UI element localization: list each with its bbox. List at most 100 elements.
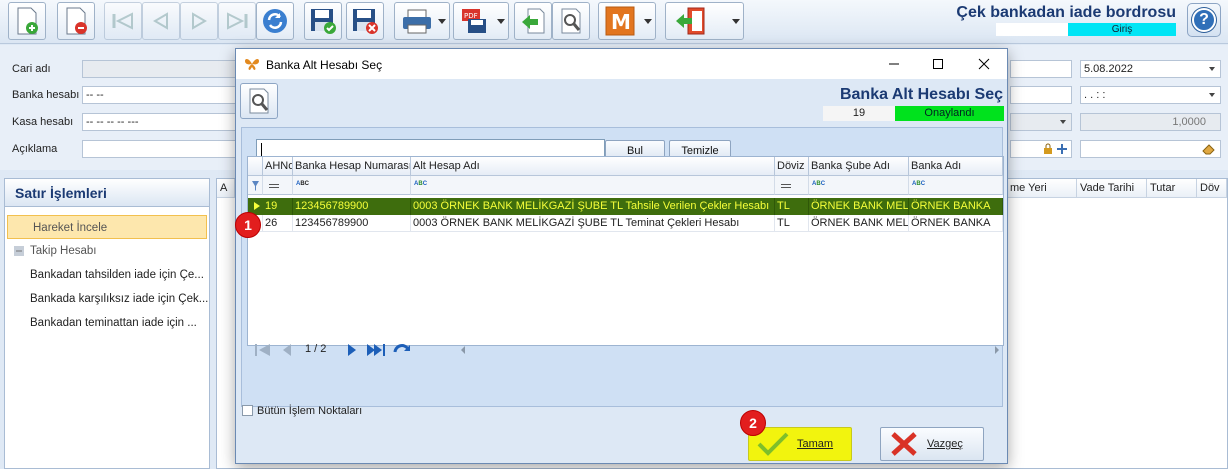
filter-cell[interactable]	[248, 176, 263, 195]
column-header-bank[interactable]: Banka Adı	[909, 157, 1003, 176]
previous-page-icon[interactable]	[281, 343, 293, 357]
filter-cell[interactable]	[263, 176, 293, 195]
m-module-button[interactable]: M	[598, 2, 656, 40]
column-header-currency[interactable]: Döviz	[775, 157, 809, 176]
cell-account-no: 123456789900	[293, 198, 411, 215]
equals-icon	[269, 184, 279, 188]
date-field[interactable]: 5.08.2022	[1080, 60, 1221, 78]
note-field[interactable]	[1080, 140, 1221, 158]
refresh-icon	[263, 9, 287, 33]
eraser-icon	[1202, 144, 1215, 155]
column-header-account-no[interactable]: Banka Hesap Numarası	[293, 157, 411, 176]
filter-cell[interactable]	[775, 176, 809, 195]
column-header-branch[interactable]: Banka Şube Adı	[809, 157, 909, 176]
sidebar-item-guarantee-return[interactable]: Bankadan teminattan iade için ...	[5, 311, 209, 335]
column-header[interactable]: Vade Tarihi	[1077, 179, 1147, 198]
description-field[interactable]	[82, 140, 242, 158]
pdf-export-button[interactable]: PDF	[453, 2, 509, 40]
mode-spacer	[996, 23, 1068, 36]
column-header[interactable]: Döv	[1197, 179, 1227, 198]
column-header[interactable]: Tutar	[1147, 179, 1197, 198]
cari-label: Cari adı	[12, 63, 51, 75]
dialog-body: Banka Alt Hesabı Seç 19 Onaylandı Bul Te…	[236, 79, 1007, 463]
time-field[interactable]: . . : :	[1080, 86, 1221, 104]
scroll-right-icon[interactable]	[994, 345, 1000, 355]
all-points-checkbox[interactable]: Bütün İşlem Noktaları	[242, 405, 362, 417]
text-filter-icon: ABC	[912, 181, 926, 187]
main-toolbar: PDF M Çek bankadan iade bordrosu Giriş ?	[0, 0, 1228, 44]
column-header-sub-name[interactable]: Alt Hesap Adı	[411, 157, 775, 176]
maximize-button[interactable]	[916, 49, 960, 79]
next-page-icon[interactable]	[346, 343, 358, 357]
text-caret	[261, 143, 262, 157]
checkbox-box[interactable]	[242, 405, 253, 416]
save-close-button[interactable]	[346, 2, 384, 40]
sidebar-item-collection-return[interactable]: Bankadan tahsilden iade için Çe...	[5, 263, 209, 287]
scroll-left-icon[interactable]	[460, 345, 466, 355]
next-record-button[interactable]	[180, 2, 218, 40]
horizontal-scrollbar[interactable]	[456, 343, 1004, 357]
sidebar-item-label: Takip Hesabı	[30, 245, 97, 257]
minimize-button[interactable]	[872, 49, 916, 79]
refresh-icon[interactable]	[392, 343, 412, 357]
row-indicator-header	[248, 157, 263, 176]
cash-account-field[interactable]: -- -- -- -- ---	[82, 113, 242, 131]
bank-account-field[interactable]: -- --	[82, 86, 242, 104]
record-count: 19	[823, 106, 895, 121]
last-page-icon[interactable]	[366, 343, 386, 357]
filter-cell[interactable]: ABC	[809, 176, 909, 195]
right-field-4[interactable]	[1010, 140, 1072, 158]
cell-bank: ÖRNEK BANKA	[909, 198, 1003, 215]
previous-record-button[interactable]	[142, 2, 180, 40]
refresh-button[interactable]	[256, 2, 294, 40]
dialog-heading: Banka Alt Hesabı Seç	[839, 86, 1003, 103]
exit-button[interactable]	[665, 2, 744, 40]
back-button[interactable]	[514, 2, 552, 40]
ok-button[interactable]: Tamam	[748, 427, 852, 461]
column-header[interactable]: me Yeri	[1007, 179, 1077, 198]
column-header-ahno[interactable]: AHNo	[263, 157, 293, 176]
table-row[interactable]: 26 123456789900 0003 ÖRNEK BANK MELİKGAZ…	[248, 215, 1003, 232]
sidebar-item-label: Bankadan tahsilden iade için Çe...	[30, 269, 204, 281]
last-record-button[interactable]	[218, 2, 256, 40]
previous-record-icon	[153, 12, 168, 30]
delete-document-icon	[66, 7, 87, 35]
next-record-icon	[192, 12, 207, 30]
search-tool-button[interactable]	[552, 2, 590, 40]
first-page-icon[interactable]	[254, 343, 272, 357]
filter-cell[interactable]: ABC	[909, 176, 1003, 195]
page-indicator: 1 / 2	[305, 343, 327, 355]
currency-field[interactable]	[1010, 113, 1072, 131]
cell-ahno: 19	[263, 198, 293, 215]
print-button[interactable]	[394, 2, 450, 40]
filter-cell[interactable]: ABC	[293, 176, 411, 195]
status-badge: Onaylandı	[895, 106, 1004, 121]
right-field-2[interactable]	[1010, 86, 1072, 104]
text-filter-icon: ABC	[812, 181, 826, 187]
right-field-1[interactable]	[1010, 60, 1072, 78]
step-marker-2: 2	[740, 410, 766, 436]
cari-field[interactable]	[82, 60, 242, 78]
cancel-button[interactable]: Vazgeç	[880, 427, 984, 461]
delete-document-button[interactable]	[57, 2, 95, 40]
pdf-export-icon: PDF	[462, 9, 486, 33]
table-row-selected[interactable]: 19 123456789900 0003 ÖRNEK BANK MELİKGAZ…	[248, 198, 1003, 215]
page-title: Çek bankadan iade bordrosu	[956, 4, 1176, 21]
help-button[interactable]: ?	[1187, 3, 1221, 37]
new-document-button[interactable]	[8, 2, 46, 40]
tools-button[interactable]	[240, 83, 278, 119]
first-record-button[interactable]	[104, 2, 142, 40]
sidebar-item-tracking-account[interactable]: Takip Hesabı	[5, 239, 209, 263]
description-label: Açıklama	[12, 143, 58, 155]
column-header[interactable]: A	[217, 179, 235, 198]
sidebar-item-movement-inspect[interactable]: Hareket İncele	[7, 215, 207, 239]
close-button[interactable]	[962, 49, 1006, 79]
rate-field[interactable]: 1,0000	[1080, 113, 1221, 131]
close-icon	[978, 58, 990, 70]
bank-account-label: Banka hesabı	[12, 89, 80, 101]
sidebar-item-uncovered-return[interactable]: Bankada karşılıksız iade için Çek...	[5, 287, 209, 311]
row-operations-panel: Satır İşlemleri Hareket İncele Takip Hes…	[4, 178, 210, 469]
filter-cell[interactable]: ABC	[411, 176, 775, 195]
checkbox-label: Bütün İşlem Noktaları	[257, 405, 363, 417]
save-button[interactable]	[304, 2, 342, 40]
